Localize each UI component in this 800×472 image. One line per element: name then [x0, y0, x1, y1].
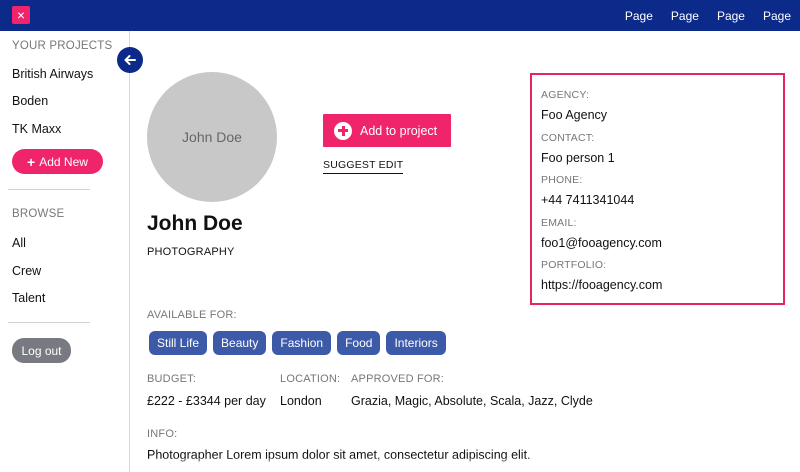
- add-new-button[interactable]: + Add New: [12, 149, 103, 174]
- top-nav: Page Page Page Page: [625, 0, 791, 31]
- sidebar-item-boden[interactable]: Boden: [12, 94, 48, 108]
- phone-label: PHONE:: [541, 174, 583, 186]
- agency-value: Foo Agency: [541, 108, 608, 122]
- nav-link-page-2[interactable]: Page: [671, 9, 699, 23]
- divider: [8, 189, 90, 190]
- location-label: LOCATION:: [280, 373, 341, 385]
- top-navigation-bar: × Page Page Page Page: [0, 0, 800, 31]
- browse-heading: BROWSE: [12, 208, 65, 220]
- plus-icon: +: [27, 153, 36, 170]
- sidebar-item-british-airways[interactable]: British Airways: [12, 67, 93, 81]
- contact-value: Foo person 1: [541, 151, 615, 165]
- email-label: EMAIL:: [541, 217, 577, 229]
- sidebar-item-crew[interactable]: Crew: [12, 264, 41, 278]
- sidebar: YOUR PROJECTS British Airways Boden TK M…: [0, 31, 130, 472]
- agency-label: AGENCY:: [541, 89, 590, 101]
- divider: [8, 322, 90, 323]
- budget-label: BUDGET:: [147, 373, 197, 385]
- available-tags: Still Life Beauty Fashion Food Interiors: [149, 331, 446, 355]
- tag-food[interactable]: Food: [337, 331, 381, 355]
- plus-circle-icon: [334, 121, 352, 140]
- back-button[interactable]: [117, 47, 143, 73]
- sidebar-item-talent[interactable]: Talent: [12, 291, 45, 305]
- logout-button[interactable]: Log out: [12, 338, 71, 363]
- suggest-edit-link[interactable]: SUGGEST EDIT: [323, 159, 404, 174]
- portfolio-link[interactable]: https://fooagency.com: [541, 278, 662, 292]
- email-value[interactable]: foo1@fooagency.com: [541, 236, 662, 250]
- your-projects-heading: YOUR PROJECTS: [12, 40, 113, 52]
- phone-value: +44 7411341044: [541, 193, 635, 207]
- nav-link-page-3[interactable]: Page: [717, 9, 745, 23]
- avatar: John Doe: [147, 72, 277, 202]
- arrow-left-icon: [124, 55, 136, 65]
- profile-name: John Doe: [147, 212, 243, 235]
- budget-value: £222 - £3344 per day: [147, 394, 266, 408]
- add-to-project-button[interactable]: Add to project: [323, 114, 451, 147]
- tag-still-life[interactable]: Still Life: [149, 331, 208, 355]
- add-new-label: Add New: [39, 154, 88, 169]
- nav-link-page-4[interactable]: Page: [763, 9, 791, 23]
- contact-label: CONTACT:: [541, 132, 595, 144]
- scroll-fade: [131, 458, 800, 472]
- portfolio-label: PORTFOLIO:: [541, 259, 607, 271]
- tag-interiors[interactable]: Interiors: [386, 331, 446, 355]
- info-label: INFO:: [147, 428, 178, 440]
- avatar-placeholder-text: John Doe: [182, 129, 242, 145]
- nav-link-page-1[interactable]: Page: [625, 9, 653, 23]
- contact-details-box: AGENCY: Foo Agency CONTACT: Foo person 1…: [530, 73, 785, 305]
- sidebar-item-all[interactable]: All: [12, 236, 26, 250]
- tag-beauty[interactable]: Beauty: [213, 331, 267, 355]
- add-to-project-label: Add to project: [360, 123, 438, 138]
- tag-fashion[interactable]: Fashion: [272, 331, 332, 355]
- close-icon[interactable]: ×: [12, 6, 30, 24]
- profile-profession: PHOTOGRAPHY: [147, 246, 235, 258]
- location-value: London: [280, 394, 322, 408]
- approved-for-label: APPROVED FOR:: [351, 373, 445, 385]
- available-for-label: AVAILABLE FOR:: [147, 309, 237, 321]
- approved-for-value: Grazia, Magic, Absolute, Scala, Jazz, Cl…: [351, 394, 593, 408]
- sidebar-item-tk-maxx[interactable]: TK Maxx: [12, 122, 61, 136]
